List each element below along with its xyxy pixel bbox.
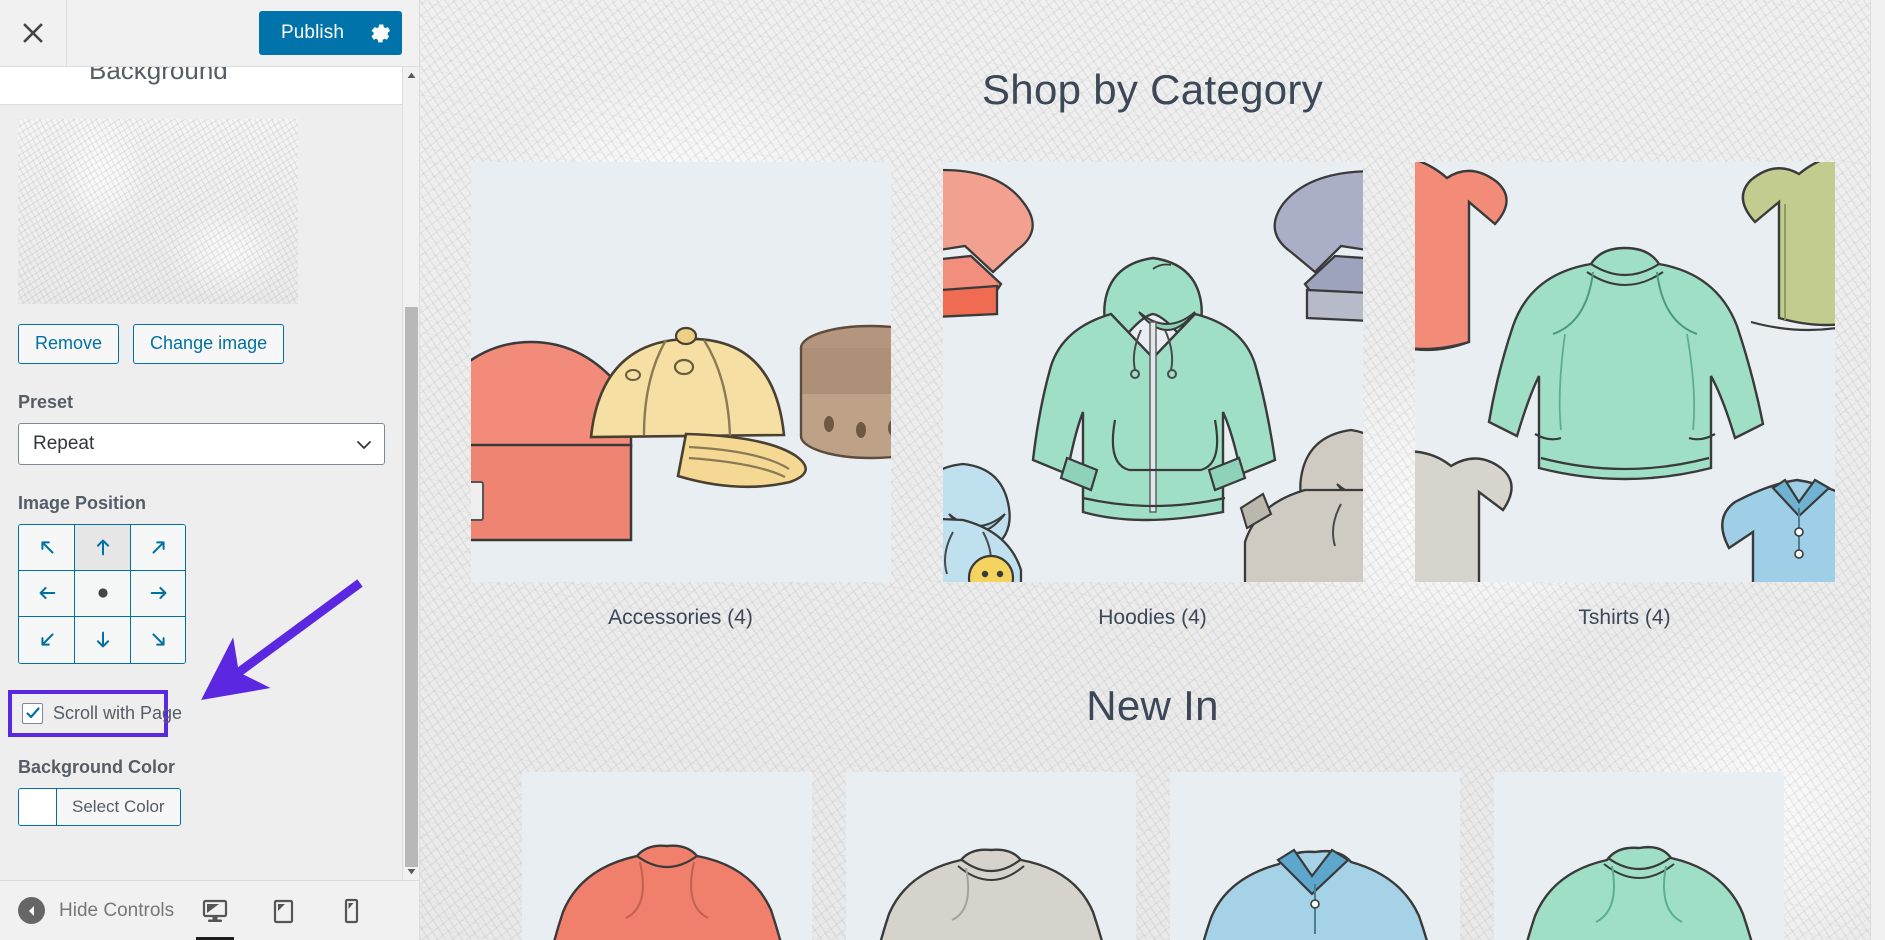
category-card-tshirts[interactable]: Tshirts (4)	[1414, 162, 1835, 630]
arrow-up-icon	[96, 539, 109, 556]
scroll-with-page-row[interactable]: Scroll with Page	[22, 702, 182, 724]
position-cell-bottom-left[interactable]	[19, 616, 75, 663]
customizer-header: Publish	[0, 0, 419, 67]
position-cell-middle-right[interactable]	[131, 570, 185, 617]
site-preview[interactable]: Shop by Category Accessories (4) Hoodies…	[420, 0, 1885, 940]
select-color-button[interactable]: Select Color	[57, 788, 180, 825]
shop-by-category-heading: Shop by Category	[981, 66, 1323, 113]
close-customizer-button[interactable]	[0, 0, 67, 66]
accessories-illustration	[470, 162, 891, 582]
preview-scrollbar[interactable]	[1870, 0, 1885, 940]
device-button-mobile[interactable]	[330, 887, 372, 935]
preset-field: Repeat	[18, 422, 385, 465]
arrow-up-right-icon	[152, 541, 165, 554]
scrollbar-up-arrow[interactable]	[403, 67, 419, 84]
checkmark-icon	[25, 707, 40, 719]
position-cell-bottom-right[interactable]	[131, 616, 185, 663]
customizer-panel: Publish Background Remove Change image P…	[0, 0, 420, 940]
color-swatch	[19, 788, 57, 825]
category-label: Hoodies (4)	[1098, 606, 1207, 629]
new-in-grid	[420, 772, 1885, 940]
scrollbar-thumb[interactable]	[405, 307, 418, 867]
background-color-label: Background Color	[18, 756, 176, 777]
hoodies-illustration	[942, 162, 1363, 582]
close-icon	[23, 23, 43, 43]
hide-controls-button[interactable]: Hide Controls	[18, 897, 174, 924]
image-position-grid	[18, 523, 186, 664]
preset-select[interactable]: Repeat	[18, 422, 385, 465]
arrow-down-icon	[96, 631, 109, 648]
device-button-tablet[interactable]	[262, 887, 304, 935]
change-image-button[interactable]: Change image	[133, 324, 285, 364]
dot-icon	[97, 588, 108, 598]
arrow-right-icon	[150, 587, 167, 600]
tshirts-illustration	[1414, 162, 1835, 582]
product-illustration-blue-polo	[1169, 772, 1460, 940]
new-product-card-4[interactable]	[1493, 772, 1784, 940]
new-product-card-3[interactable]	[1169, 772, 1460, 940]
preset-label: Preset	[18, 391, 74, 412]
hide-controls-label: Hide Controls	[59, 899, 175, 921]
arrow-left-icon	[39, 587, 55, 600]
device-preview-buttons	[194, 887, 372, 940]
category-image-hoodies	[942, 162, 1363, 582]
category-label: Tshirts (4)	[1578, 606, 1671, 629]
category-card-hoodies[interactable]: Hoodies (4)	[942, 162, 1363, 630]
product-illustration-grey-tee	[845, 772, 1136, 940]
customizer-scrollbar[interactable]	[402, 67, 419, 880]
position-cell-top-left[interactable]	[19, 524, 75, 571]
arrow-up-left-icon	[40, 541, 54, 554]
category-label: Accessories (4)	[608, 606, 753, 629]
desktop-icon	[202, 899, 228, 922]
gear-icon	[371, 24, 390, 43]
arrow-down-left-icon	[40, 633, 54, 646]
customizer-screen: Publish Background Remove Change image P…	[0, 0, 1885, 940]
category-card-accessories[interactable]: Accessories (4)	[470, 162, 891, 630]
caret-down-icon	[407, 869, 416, 875]
device-button-desktop[interactable]	[194, 887, 236, 940]
position-cell-middle-left[interactable]	[19, 570, 75, 617]
position-cell-top-right[interactable]	[131, 524, 185, 571]
scrollbar-down-arrow[interactable]	[403, 863, 419, 880]
publish-group: Publish	[258, 11, 402, 55]
page-title: Background	[89, 67, 228, 85]
caret-up-icon	[407, 72, 416, 78]
collapse-left-icon	[18, 897, 45, 924]
remove-image-button[interactable]: Remove	[18, 324, 120, 364]
background-image-actions: Remove Change image	[18, 324, 385, 364]
scroll-with-page-label: Scroll with Page	[53, 702, 183, 723]
image-position-label: Image Position	[18, 492, 147, 513]
background-image-preview	[18, 119, 298, 304]
section-header: Background	[67, 67, 403, 105]
tablet-icon	[273, 899, 294, 923]
background-color-picker[interactable]: Select Color	[18, 787, 181, 826]
customizer-footer: Hide Controls	[0, 880, 419, 940]
category-image-accessories	[470, 162, 891, 582]
category-grid: Accessories (4) Hoodies (4) Tshirts (4)	[420, 162, 1885, 630]
mobile-icon	[344, 898, 359, 923]
scroll-with-page-checkbox[interactable]	[22, 702, 43, 724]
new-product-card-2[interactable]	[845, 772, 1136, 940]
section-header-left-gutter	[0, 67, 67, 105]
position-cell-top-center[interactable]	[75, 524, 131, 571]
customizer-controls: Remove Change image Preset Repeat Image …	[0, 105, 403, 880]
publish-button[interactable]: Publish	[258, 11, 358, 55]
position-cell-bottom-center[interactable]	[75, 616, 131, 663]
position-cell-middle-center[interactable]	[75, 570, 131, 617]
scroll-with-page-highlight: Scroll with Page	[8, 689, 182, 737]
product-illustration-coral-tee	[521, 772, 812, 940]
new-in-heading: New In	[1086, 682, 1219, 729]
arrow-down-right-icon	[152, 633, 165, 646]
new-product-card-1[interactable]	[521, 772, 812, 940]
category-image-tshirts	[1414, 162, 1835, 582]
product-illustration-mint-tee	[1493, 772, 1784, 940]
publish-settings-button[interactable]	[358, 11, 402, 55]
